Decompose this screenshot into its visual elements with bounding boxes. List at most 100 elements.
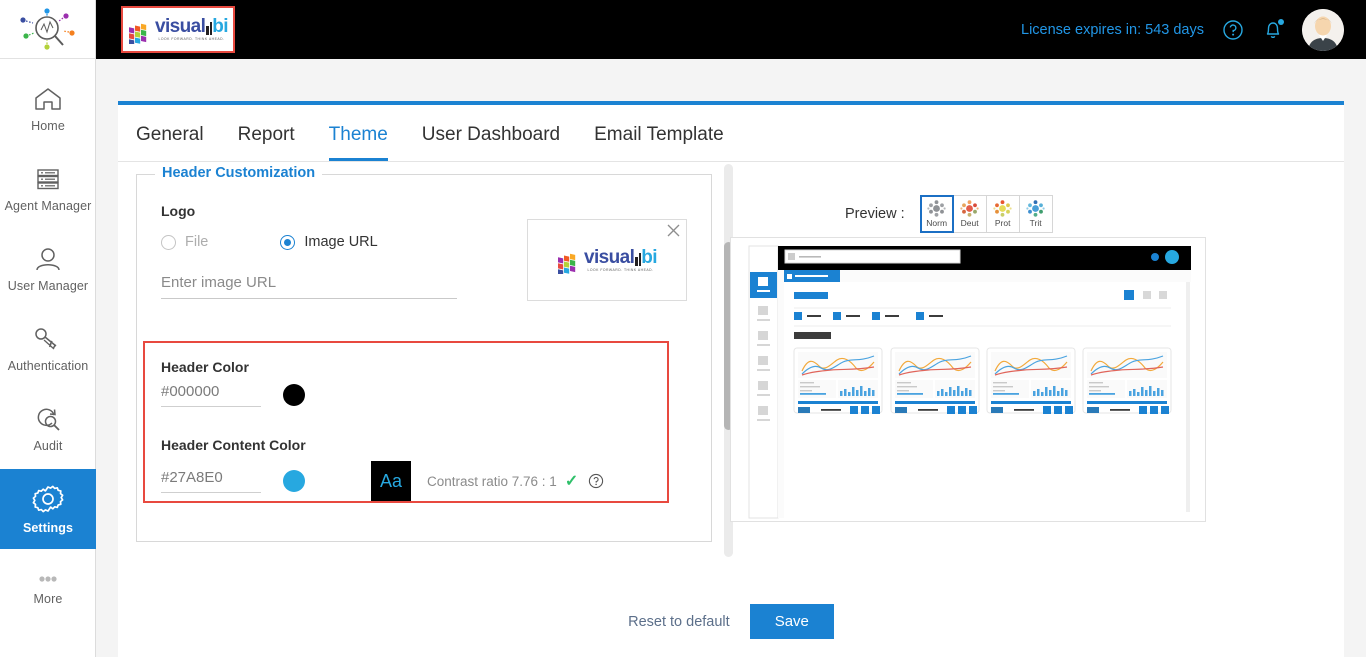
contrast-sample: Aa [371,461,411,501]
sidebar-item-user-manager[interactable]: User Manager [0,229,96,309]
vision-mode-deut[interactable]: Deut [952,195,987,233]
cube-logo-icon [558,253,576,274]
vision-mode-label: Norm [926,218,948,228]
preview-header: Preview : Norm Deut Prot Trit [845,195,1053,233]
tab-bar: General Report Theme User Dashboard Emai… [118,105,1344,162]
ellipsis-icon [39,575,57,582]
sidebar-item-label: Settings [22,520,74,535]
radio-dot-icon [161,234,176,250]
sidebar-item-label: Home [31,118,65,133]
rail-item-list: Home Agent Manager User Manager Authenti… [0,59,96,629]
vision-mode-trit[interactable]: Trit [1018,195,1053,233]
tab-theme[interactable]: Theme [328,124,388,161]
preview-label: Preview : [845,206,905,222]
radio-image-url-label: Image URL [304,234,378,250]
color-settings-highlight: Header Color Header Content Color Aa Con [143,341,669,503]
radio-dot-icon [280,234,296,250]
radio-file-label: File [185,234,209,250]
logo-label: Logo [161,203,196,219]
header-color-row [161,383,649,407]
radio-image-url[interactable]: Image URL [280,234,378,250]
brand-tagline: LOOK FORWARD. THINK AHEAD. [158,37,225,42]
logo-preview-image: visual bi LOOK FORWARD. THINK AHEAD. [557,246,658,274]
sidebar-item-label: Agent Manager [4,198,92,213]
vision-mode-label: Deut [960,218,979,228]
tab-email-template[interactable]: Email Template [594,124,724,161]
dot-cluster-icon [993,200,1012,217]
dot-cluster-icon [927,200,946,217]
analytics-magnifier-logo-icon [20,8,75,50]
logo-preview-box: visual bi LOOK FORWARD. THINK AHEAD. [527,219,687,301]
dot-cluster-icon [960,200,979,217]
close-icon [667,224,680,237]
notifications-button[interactable] [1262,18,1284,41]
app-root: Home Agent Manager User Manager Authenti… [0,0,1366,657]
contrast-pass-icon: ✓ [564,473,579,490]
header-content-color-swatch[interactable] [283,470,305,492]
header-content-color-input[interactable] [161,469,261,493]
form-actions: Reset to default Save [118,604,1344,639]
header-actions: License expires in: 543 days [1021,8,1366,51]
header-logo[interactable]: visual bi LOOK FORWARD. THINK AHEAD. [121,6,235,53]
theme-form-pane: Header Customization Logo File Image URL [118,162,733,651]
license-status[interactable]: License expires in: 543 days [1021,22,1204,38]
remove-logo-button[interactable] [666,223,681,241]
sidebar-item-label: User Manager [7,278,89,293]
keys-icon [35,327,57,349]
question-circle-icon [589,473,604,489]
sidebar-item-label: Audit [33,438,63,453]
header-color-swatch[interactable] [283,384,305,406]
fieldset-legend: Header Customization [155,165,323,181]
tab-general[interactable]: General [136,124,204,161]
image-url-input[interactable] [161,274,457,299]
sidebar-item-home[interactable]: Home [0,69,96,149]
sidebar-item-label: Authentication [7,358,89,373]
sidebar-item-settings[interactable]: Settings [0,469,96,549]
preview-pane: Preview : Norm Deut Prot Trit [730,162,1344,651]
notification-badge [1278,19,1284,25]
sidebar-item-label: More [33,591,63,606]
header-content-color-label: Header Content Color [161,437,306,453]
audit-search-icon [37,408,60,431]
reset-to-default-link[interactable]: Reset to default [628,614,730,630]
header-customization-fieldset: Header Customization Logo File Image URL [136,165,712,542]
home-icon [35,87,61,110]
header-color-input[interactable] [161,383,261,407]
tab-user-dashboard[interactable]: User Dashboard [422,124,560,161]
user-icon [36,247,60,270]
gear-icon [32,485,64,512]
header-content-color-row: Aa Contrast ratio 7.76 : 1 ✓ [161,461,649,501]
color-vision-mode-group: Norm Deut Prot Trit [919,195,1053,233]
page-body: General Report Theme User Dashboard Emai… [96,59,1366,657]
dot-cluster-icon [1026,200,1045,217]
brand-name-primary: visual [155,16,206,38]
save-button[interactable]: Save [749,604,834,639]
avatar[interactable] [1302,8,1344,51]
contrast-ratio-text: Contrast ratio 7.76 : 1 [427,473,557,489]
sidebar-item-agent-manager[interactable]: Agent Manager [0,149,96,229]
tab-content: Header Customization Logo File Image URL [118,162,1344,651]
logo-preview-name-primary: visual [584,246,635,268]
user-avatar-icon [1302,8,1344,51]
vision-mode-label: Prot [994,218,1011,228]
vision-mode-prot[interactable]: Prot [985,195,1020,233]
sidebar-item-audit[interactable]: Audit [0,389,96,469]
logo-preview-tagline: LOOK FORWARD. THINK AHEAD. [587,267,654,272]
dashboard-preview-mock [730,237,1206,522]
vision-mode-norm[interactable]: Norm [919,195,954,233]
vision-mode-label: Trit [1029,218,1042,228]
help-button[interactable] [1222,19,1244,41]
header-color-label: Header Color [161,359,249,375]
server-list-icon [37,168,59,189]
brand-name-secondary: bi [212,16,228,38]
logo-preview-name-secondary: bi [641,246,657,268]
sidebar-item-more[interactable]: More [0,549,96,629]
settings-card: General Report Theme User Dashboard Emai… [118,101,1344,657]
dashboard-mock-illustration [731,238,1205,521]
tab-report[interactable]: Report [238,124,295,161]
radio-file[interactable]: File [161,234,208,250]
contrast-help-button[interactable] [588,473,604,489]
sidebar-item-authentication[interactable]: Authentication [0,309,96,389]
app-header: visual bi LOOK FORWARD. THINK AHEAD. Lic… [96,0,1366,59]
app-logo[interactable] [0,0,96,59]
